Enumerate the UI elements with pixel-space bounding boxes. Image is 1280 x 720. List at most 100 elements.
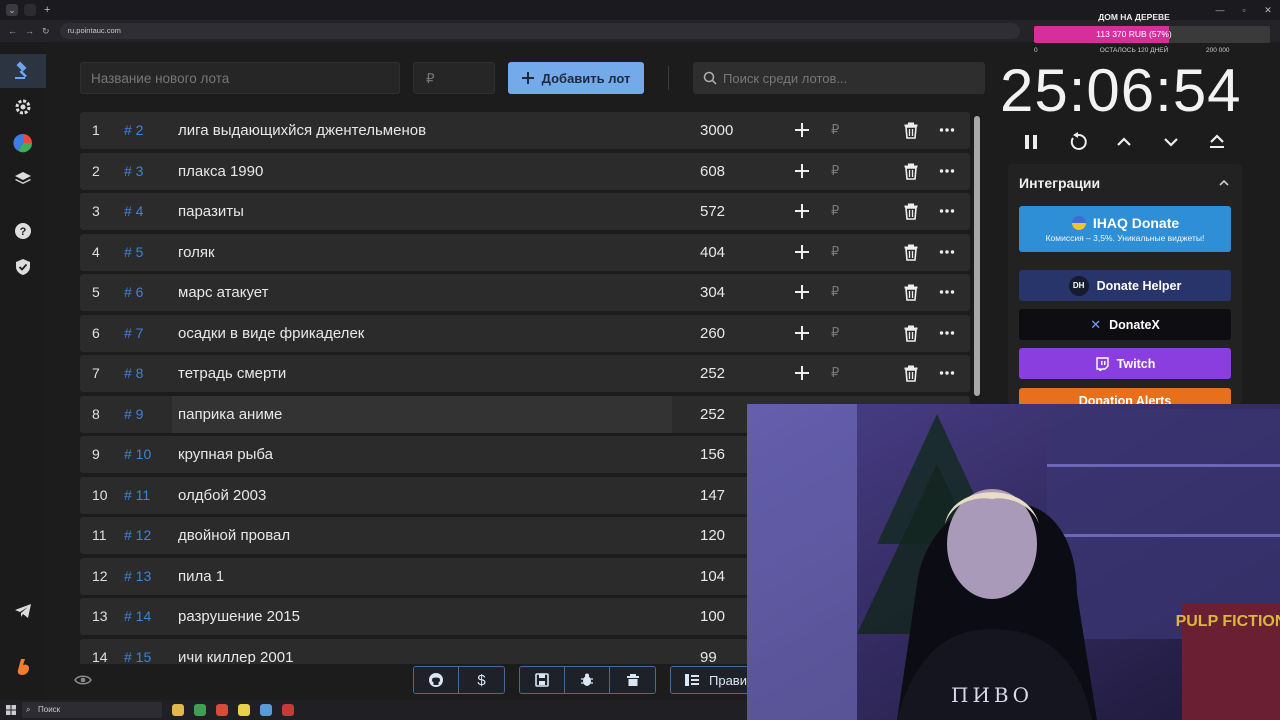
lot-row[interactable]: 4 # 5 голяк 404 ₽ [80, 233, 970, 271]
lot-id[interactable]: # 12 [124, 527, 151, 543]
lot-id[interactable]: # 5 [124, 244, 143, 260]
chevron-down-icon[interactable] [1160, 131, 1182, 153]
trash-icon[interactable] [902, 324, 920, 342]
lot-id[interactable]: # 10 [124, 446, 151, 462]
github-button[interactable] [414, 667, 459, 693]
folder-icon[interactable] [172, 704, 184, 716]
lot-row[interactable]: 7 # 8 тетрадь смерти 252 ₽ [80, 355, 970, 392]
trash-icon[interactable] [902, 202, 920, 220]
lot-row[interactable]: 5 # 6 марс атакует 304 ₽ [80, 274, 970, 311]
settings-gear-icon[interactable] [12, 96, 34, 118]
lot-id[interactable]: # 9 [124, 406, 143, 422]
address-field[interactable]: ru.pointauc.com [59, 23, 1020, 39]
windows-start-icon[interactable] [6, 705, 16, 715]
collapse-chevron-icon[interactable] [1218, 177, 1230, 189]
back-icon[interactable]: ← [8, 26, 17, 36]
lot-amount[interactable]: 3000 [700, 122, 733, 139]
reload-icon[interactable]: ↻ [42, 26, 50, 37]
lot-id[interactable]: # 4 [124, 203, 143, 219]
lot-name[interactable]: пила 1 [178, 568, 224, 585]
lot-search-input[interactable] [723, 62, 979, 94]
eye-icon[interactable] [74, 673, 92, 687]
auction-gavel-icon[interactable] [12, 60, 34, 82]
trash-icon[interactable] [902, 121, 920, 139]
lot-id[interactable]: # 8 [124, 365, 143, 381]
pause-icon[interactable] [1020, 131, 1042, 153]
trash-icon[interactable] [902, 364, 920, 382]
lot-amount[interactable]: 404 [700, 244, 725, 261]
lot-name[interactable]: разрушение 2015 [178, 608, 300, 625]
lot-amount[interactable]: 100 [700, 608, 725, 625]
more-options-icon[interactable] [938, 243, 956, 261]
lot-amount[interactable]: 304 [700, 284, 725, 301]
add-amount-icon[interactable] [793, 162, 811, 180]
lot-name[interactable]: марс атакует [178, 284, 269, 301]
lot-amount[interactable]: 572 [700, 203, 725, 220]
lot-name[interactable]: осадки в виде фрикаделек [178, 325, 364, 342]
clear-lots-button[interactable] [610, 667, 655, 693]
telegram-icon[interactable] [12, 600, 34, 622]
help-icon[interactable]: ? [12, 220, 34, 242]
tab-list-button[interactable]: ⌄ [6, 4, 18, 16]
chrome-icon[interactable] [194, 704, 206, 716]
add-amount-icon[interactable] [793, 202, 811, 220]
donate-dollar-button[interactable]: $ [459, 667, 504, 693]
lot-name[interactable]: паприка аниме [178, 406, 282, 423]
donatex-button[interactable]: ✕ DonateX [1019, 309, 1231, 340]
ihaq-donate-button[interactable]: IHAQ Donate Комиссия – 3,5%. Уникальные … [1019, 206, 1231, 252]
lot-name[interactable]: тетрадь смерти [178, 365, 286, 382]
lot-amount[interactable]: 252 [700, 406, 725, 423]
more-options-icon[interactable] [938, 162, 956, 180]
lot-amount[interactable]: 252 [700, 365, 725, 382]
close-icon[interactable]: ✕ [1256, 0, 1280, 20]
more-options-icon[interactable] [938, 324, 956, 342]
add-amount-icon[interactable] [793, 121, 811, 139]
lot-price-input[interactable] [413, 62, 495, 94]
chevron-up-icon[interactable] [1113, 131, 1135, 153]
obs-icon[interactable] [282, 704, 294, 716]
browser-tab[interactable] [24, 4, 36, 16]
lot-name[interactable]: лига выдающихйся джентельменов [178, 122, 426, 139]
lot-row[interactable]: 3 # 4 паразиты 572 ₽ [80, 193, 970, 230]
browser-icon[interactable] [216, 704, 228, 716]
lot-id[interactable]: # 14 [124, 608, 151, 624]
lots-scrollbar[interactable] [974, 116, 980, 396]
taskbar-search[interactable]: ⌕ Поиск [22, 702, 162, 718]
more-options-icon[interactable] [938, 121, 956, 139]
app-icon[interactable] [238, 704, 250, 716]
more-options-icon[interactable] [938, 283, 956, 301]
lot-name[interactable]: крупная рыба [178, 446, 273, 463]
forward-icon[interactable]: → [25, 26, 34, 36]
new-tab-button[interactable]: + [44, 4, 50, 16]
lot-amount[interactable]: 147 [700, 487, 725, 504]
lot-amount[interactable]: 99 [700, 649, 717, 665]
lot-amount[interactable]: 608 [700, 163, 725, 180]
bug-report-button[interactable] [565, 667, 610, 693]
wheel-pie-icon[interactable] [12, 132, 34, 154]
lot-name[interactable]: паразиты [178, 203, 244, 220]
lot-name[interactable]: двойной провал [178, 527, 290, 544]
lot-name[interactable]: ичи киллер 2001 [178, 649, 293, 665]
reset-icon[interactable] [1067, 131, 1089, 153]
twitch-button[interactable]: Twitch [1019, 348, 1231, 379]
more-options-icon[interactable] [938, 202, 956, 220]
lot-id[interactable]: # 7 [124, 325, 143, 341]
lot-name[interactable]: олдбой 2003 [178, 487, 266, 504]
add-lot-button[interactable]: Добавить лот [508, 62, 644, 94]
lot-row[interactable]: 2 # 3 плакса 1990 608 ₽ [80, 152, 970, 190]
add-amount-icon[interactable] [793, 243, 811, 261]
add-amount-icon[interactable] [793, 324, 811, 342]
lot-id[interactable]: # 15 [124, 649, 151, 665]
messenger-icon[interactable] [260, 704, 272, 716]
trash-icon[interactable] [902, 283, 920, 301]
double-chevron-up-icon[interactable] [1206, 131, 1228, 153]
lot-name[interactable]: голяк [178, 244, 215, 261]
save-button[interactable] [520, 667, 565, 693]
maximize-icon[interactable]: ▫ [1232, 0, 1256, 20]
lot-id[interactable]: # 13 [124, 568, 151, 584]
lot-id[interactable]: # 3 [124, 163, 143, 179]
lot-id[interactable]: # 2 [124, 122, 143, 138]
more-options-icon[interactable] [938, 364, 956, 382]
shield-icon[interactable] [12, 256, 34, 278]
lot-search-box[interactable] [693, 62, 985, 94]
